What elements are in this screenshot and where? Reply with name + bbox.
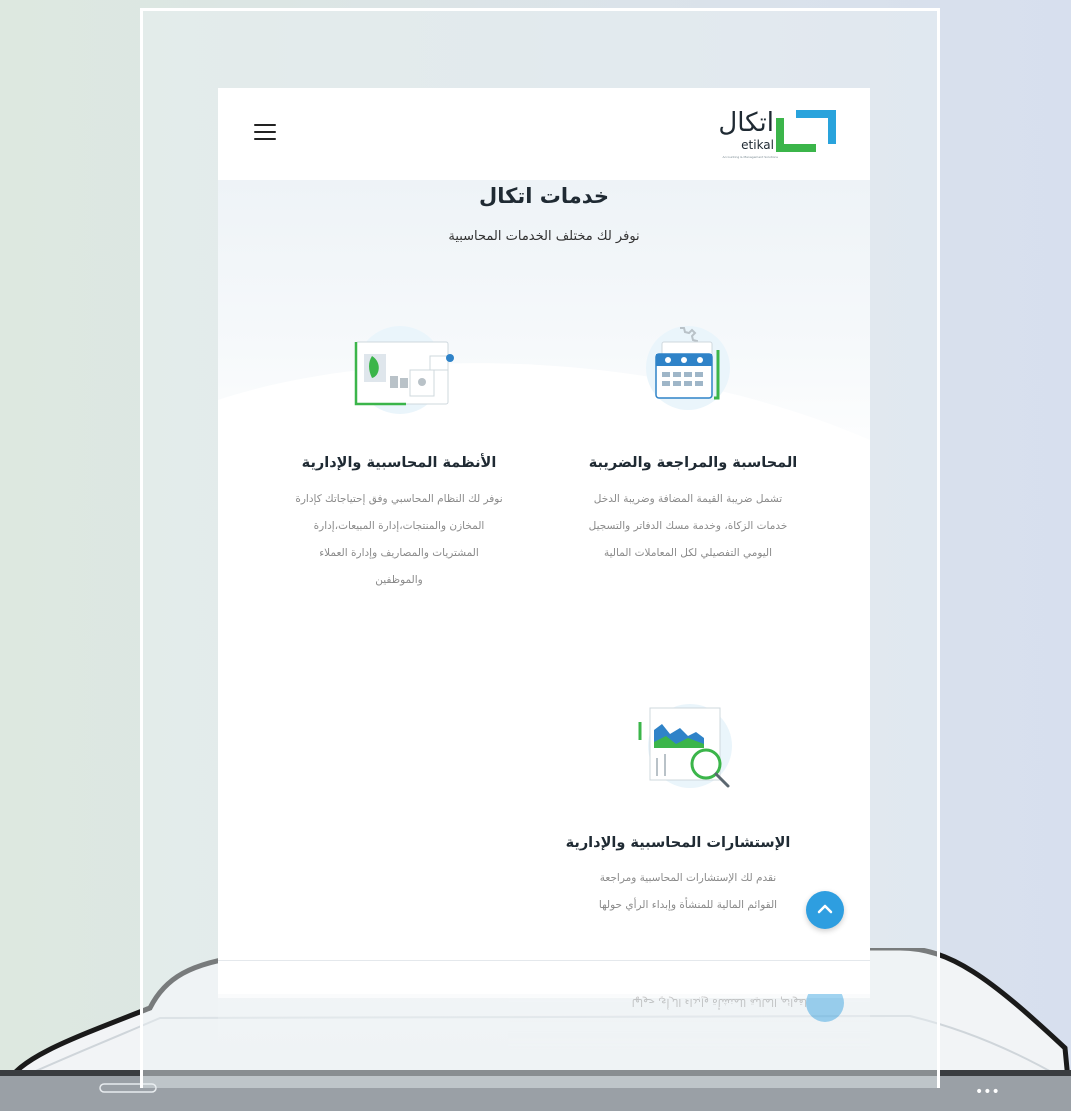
service-description: نقدم لك الإستشارات المحاسبية ومراجعة الق… [548, 865, 828, 919]
section-title: خدمات اتكال [479, 184, 609, 208]
service-title: المحاسبة والمراجعة والضريبة [588, 455, 798, 471]
reflection-text: القوائم المالية للمنشأة وإبداء الرأي حول… [631, 996, 810, 1008]
brand-logo[interactable]: اتكال etikal Accounting & Management Sol… [696, 102, 836, 160]
systems-dashboard-icon [354, 326, 454, 414]
brand-name-ar: اتكال [718, 108, 774, 138]
screen-divider [218, 960, 870, 961]
description-line: والموظفين [375, 574, 423, 586]
description-line: نوفر لك النظام المحاسبي وفق إحتياجاتك كإ… [295, 493, 503, 505]
device-menu-dots: ••• [975, 1084, 1000, 1100]
description-line: تشمل ضريبة القيمة المضافة وضريبة الدخل [593, 493, 783, 505]
brand-tagline: Accounting & Management Solutions [722, 155, 779, 159]
description-line: خدمات الزكاة، وخدمة مسك الدفاتر والتسجيل [588, 520, 788, 532]
screen-reflection: القوائم المالية للمنشأة وإبداء الرأي حول… [218, 994, 870, 1054]
service-title: الأنظمة المحاسبية والإدارية [301, 455, 497, 471]
description-line: المشتريات والمصاريف وإدارة العملاء [319, 547, 479, 559]
consulting-magnifier-icon [638, 704, 732, 788]
hamburger-menu-icon[interactable] [254, 124, 276, 142]
description-line: القوائم المالية للمنشأة وإبداء الرأي حول… [598, 899, 778, 911]
chevron-up-icon [817, 904, 833, 914]
reflection-button [806, 994, 844, 1022]
scroll-to-top-button[interactable] [806, 891, 844, 929]
calendar-accounting-icon [646, 326, 730, 410]
brand-name-en: etikal [741, 138, 774, 152]
description-line: المخازن والمنتجات،إدارة المبيعات،إدارة [313, 520, 485, 532]
service-description: تشمل ضريبة القيمة المضافة وضريبة الدخل خ… [548, 486, 828, 567]
service-description: نوفر لك النظام المحاسبي وفق إحتياجاتك كإ… [254, 486, 544, 594]
section-subtitle: نوفر لك مختلف الخدمات المحاسبية [448, 229, 640, 244]
top-navbar: اتكال etikal Accounting & Management Sol… [218, 88, 870, 180]
logo-mark-icon [776, 110, 836, 152]
service-title: الإستشارات المحاسبية والإدارية [565, 835, 791, 851]
description-line: نقدم لك الإستشارات المحاسبية ومراجعة [599, 872, 777, 884]
description-line: اليومي التفصيلي لكل المعاملات المالية [603, 547, 773, 559]
phone-screen: اتكال etikal Accounting & Management Sol… [218, 88, 870, 998]
